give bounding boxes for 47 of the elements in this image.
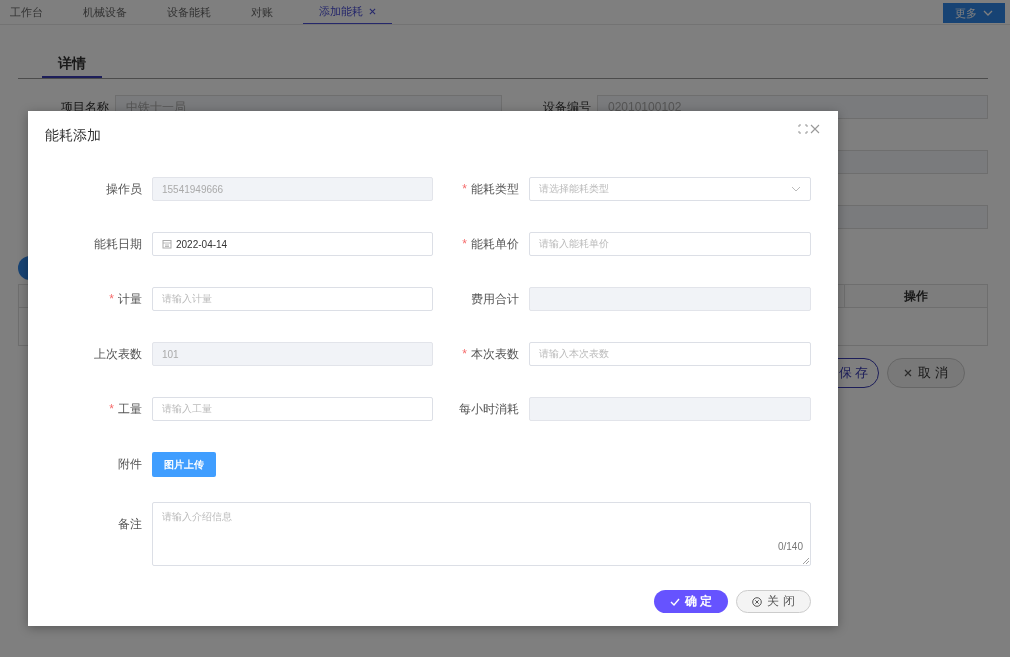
check-icon xyxy=(669,597,680,606)
field-label: 能耗日期 xyxy=(93,235,142,253)
required-mark: * xyxy=(462,181,467,196)
cancel-button[interactable]: 取 消 xyxy=(887,358,965,388)
required-mark: * xyxy=(109,291,114,306)
resize-grip-icon xyxy=(803,558,809,564)
field-label: * 计量 xyxy=(108,290,142,308)
date-field[interactable]: 2022-04-14 xyxy=(152,232,433,256)
field-label: 备注 xyxy=(117,516,142,533)
required-mark: * xyxy=(462,236,467,251)
field-label: * 工量 xyxy=(108,400,142,418)
confirm-button[interactable]: 确 定 xyxy=(654,590,728,613)
field-label: 操作员 xyxy=(105,180,142,198)
close-circle-icon xyxy=(752,596,763,607)
fullscreen-icon[interactable] xyxy=(798,124,808,134)
required-mark: * xyxy=(109,401,114,416)
field-label: * 能耗单价 xyxy=(461,235,519,253)
dialog-title: 能耗添加 xyxy=(45,127,101,145)
field-label: 费用合计 xyxy=(470,290,519,308)
chevron-down-icon xyxy=(791,186,801,192)
field-label: 上次表数 xyxy=(93,345,142,363)
placeholder-text: 请输入介绍信息 xyxy=(162,511,232,522)
column-header: 操作 xyxy=(903,288,929,305)
section-title: 详情 xyxy=(42,55,102,78)
more-button[interactable]: 更多 xyxy=(943,3,1005,23)
tab[interactable]: 对账 xyxy=(241,0,283,24)
field-label: 附件 xyxy=(117,456,142,473)
close-icon xyxy=(904,369,913,377)
calendar-icon xyxy=(162,239,172,249)
tab[interactable]: 添加能耗 xyxy=(303,0,392,24)
character-counter: 0/140 xyxy=(777,541,803,552)
close-icon[interactable] xyxy=(810,124,820,134)
upload-button[interactable]: 图片上传 xyxy=(152,452,216,477)
input-field[interactable]: 请输入工量 xyxy=(152,397,433,421)
required-mark: * xyxy=(462,346,467,361)
input-field[interactable]: 请输入本次表数 xyxy=(529,342,811,366)
tab[interactable]: 机械设备 xyxy=(73,0,137,24)
field-label: * 本次表数 xyxy=(461,345,519,363)
field-label: 每小时消耗 xyxy=(458,400,519,418)
tab[interactable]: 工作台 xyxy=(0,0,53,24)
field-label: * 能耗类型 xyxy=(461,180,519,198)
tab[interactable]: 设备能耗 xyxy=(157,0,221,24)
remark-field[interactable]: 请输入介绍信息 0/140 xyxy=(152,502,811,566)
close-icon[interactable] xyxy=(369,8,376,15)
input-field[interactable]: 请输入计量 xyxy=(152,287,433,311)
close-button[interactable]: 关 闭 xyxy=(736,590,811,613)
chevron-down-icon xyxy=(983,10,993,16)
